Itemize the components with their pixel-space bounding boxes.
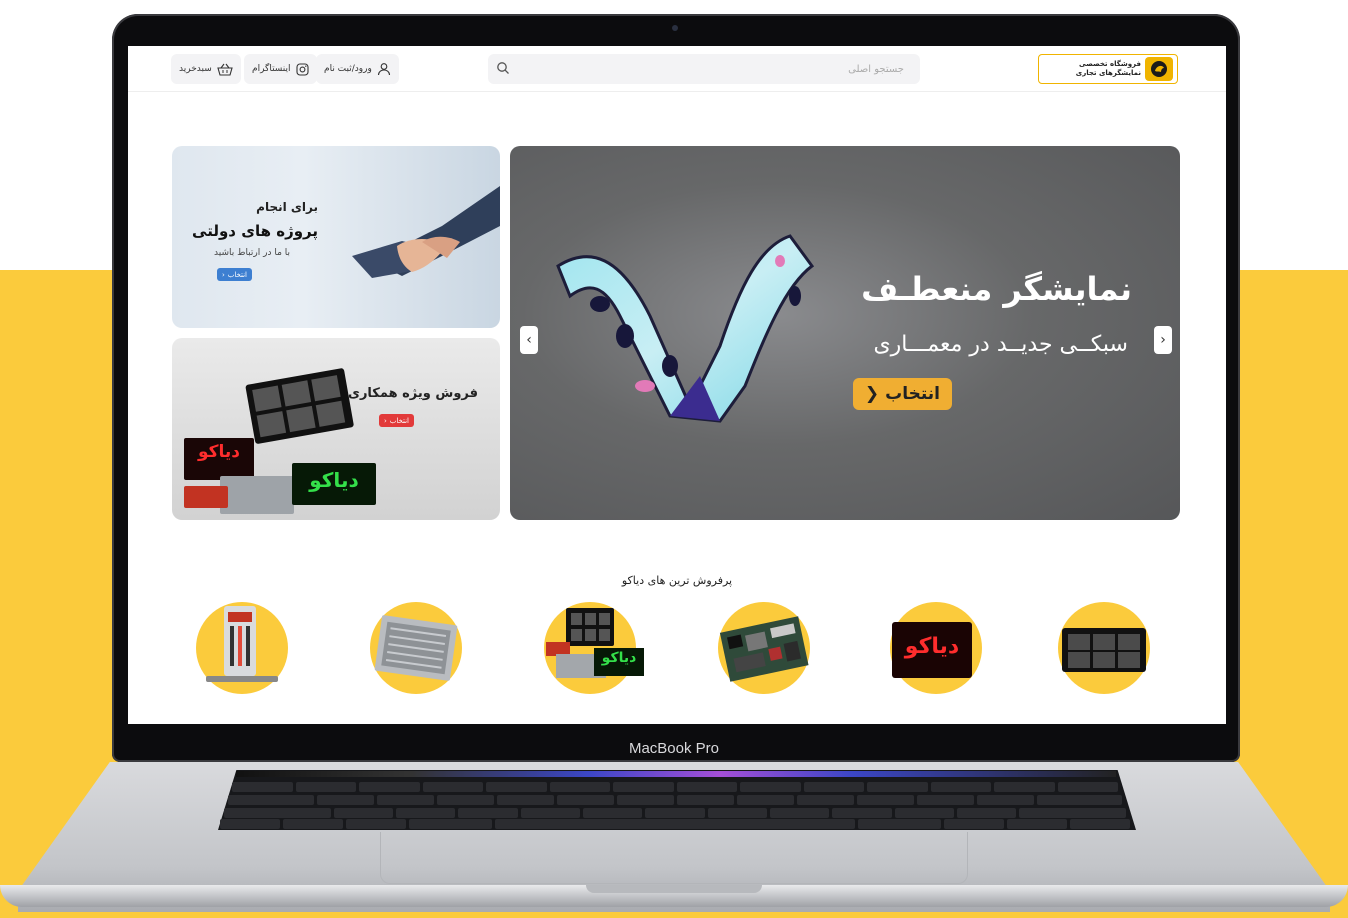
site-logo[interactable]: فروشگاه تخصصی نمایشگرهای تجاری	[1038, 54, 1178, 84]
logo-line1: فروشگاه تخصصی	[1079, 60, 1141, 68]
instagram-icon	[295, 62, 309, 76]
product-item[interactable]	[718, 602, 810, 694]
chevron-left-icon: ‹	[383, 416, 387, 425]
website-screen: فروشگاه تخصصی نمایشگرهای تجاری ورود/ثبت …	[128, 46, 1226, 724]
lion-logo-icon	[1145, 57, 1173, 81]
cart-button[interactable]: سبدخرید	[171, 54, 241, 84]
touch-bar	[236, 771, 1116, 777]
product-item[interactable]	[1058, 602, 1150, 694]
led-frame-icon	[1062, 628, 1146, 672]
red-sign-text: دیاکو	[197, 442, 241, 462]
controller-board-icon	[719, 616, 809, 682]
hero-subtitle: سبکــی جدیــد در معمـــاری	[873, 332, 1128, 357]
chevron-left-icon: ‹	[526, 332, 532, 348]
chevron-right-icon: ›	[1160, 332, 1166, 348]
laptop-mockup: فروشگاه تخصصی نمایشگرهای تجاری ورود/ثبت …	[0, 0, 1348, 918]
trackpad	[380, 832, 968, 884]
search-input[interactable]	[488, 54, 920, 84]
cart-label: سبدخرید	[179, 64, 212, 74]
logo-line2: نمایشگرهای تجاری	[1075, 69, 1141, 77]
green-sign-text: دیاکو	[309, 468, 359, 492]
product-sign-text: دیاکو	[601, 650, 637, 666]
login-label: ورود/ثبت نام	[324, 64, 372, 74]
key-row	[228, 795, 1122, 805]
logo-text: فروشگاه تخصصی نمایشگرهای تجاری	[1076, 60, 1141, 78]
key-row	[224, 808, 1126, 818]
login-button[interactable]: ورود/ثبت نام	[316, 54, 399, 84]
hero-button-label: انتخاب	[885, 384, 940, 404]
bestsellers-list: دیاکو دیاکو	[192, 602, 1172, 702]
handshake-image	[352, 186, 500, 278]
coop-select-button[interactable]: انتخاب ‹	[378, 414, 414, 427]
hero-title: نمایشگر منعطـف	[861, 270, 1132, 308]
government-projects-card[interactable]: برای انجام پروژه های دولتی با ما در ارتب…	[172, 146, 500, 328]
bestsellers-title: پرفروش ترین های دیاکو	[621, 574, 733, 587]
lid-notch	[586, 885, 762, 893]
gov-select-button[interactable]: انتخاب ‹	[216, 268, 252, 281]
chevron-left-icon: ❮	[864, 384, 880, 404]
coop-button-label: انتخاب	[389, 416, 409, 425]
key-row	[220, 819, 1130, 829]
instagram-label: اینستاگرام	[252, 64, 291, 74]
hero-slider[interactable]: نمایشگر منعطـف سبکــی جدیــد در معمـــار…	[510, 146, 1180, 520]
gov-button-label: انتخاب	[227, 270, 247, 279]
hero-select-button[interactable]: انتخاب ❮	[852, 378, 952, 410]
product-item[interactable]: دیاکو	[890, 602, 982, 694]
flexible-display-graphic	[556, 234, 815, 423]
card-line3: با ما در ارتباط باشید	[214, 248, 290, 258]
product-sign-text: دیاکو	[904, 634, 960, 659]
chevron-left-icon: ‹	[221, 270, 225, 279]
slider-prev-button[interactable]: ‹	[520, 326, 538, 354]
camera-icon	[672, 25, 678, 31]
power-supply-icon	[374, 615, 458, 681]
site-header: فروشگاه تخصصی نمایشگرهای تجاری ورود/ثبت …	[128, 46, 1226, 92]
search-icon[interactable]	[496, 61, 510, 75]
slider-next-button[interactable]: ›	[1154, 326, 1172, 354]
user-icon	[377, 63, 390, 76]
tool-kit-icon	[206, 606, 278, 682]
key-row	[232, 782, 1118, 792]
led-kit-icon	[546, 608, 644, 678]
instagram-button[interactable]: اینستاگرام	[244, 54, 317, 84]
device-model-label: MacBook Pro	[628, 740, 720, 757]
product-item[interactable]	[370, 602, 462, 694]
coop-title: فروش ویژه همکاری	[348, 386, 478, 401]
card-line1: برای انجام	[256, 200, 318, 214]
product-item[interactable]: دیاکو	[544, 602, 644, 694]
basket-icon	[217, 63, 233, 76]
partner-sales-card[interactable]: دیاکو دیاکو فروش ویژه همکاری انتخاب ‹	[172, 338, 500, 520]
card-line2: پروژه های دولتی	[192, 222, 318, 240]
product-item[interactable]	[196, 602, 288, 694]
